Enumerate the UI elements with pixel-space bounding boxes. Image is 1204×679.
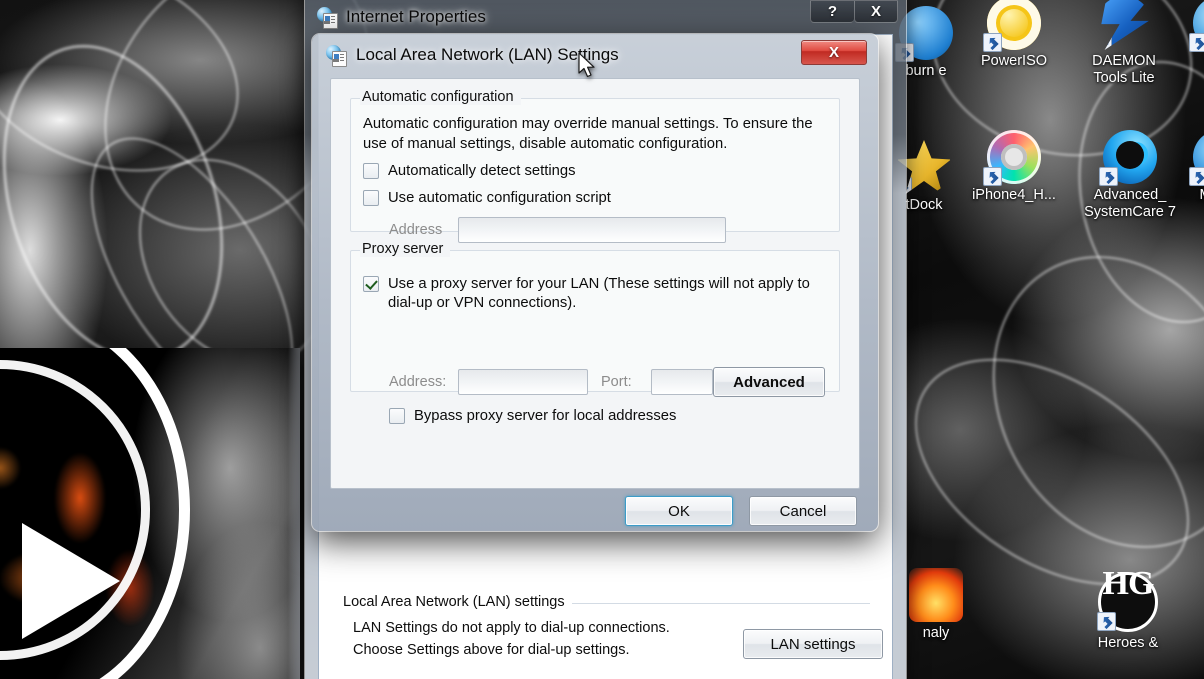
player-edge-highlight: [288, 348, 300, 679]
desktop-icon-advanced-systemcare[interactable]: Advanced_ SystemCare 7: [1078, 130, 1182, 221]
cut-app-icon: [1189, 0, 1204, 52]
burn-app-icon: [895, 6, 953, 62]
desktop-icon-label: Ma An: [1172, 187, 1204, 204]
proxy-port-label: Port:: [601, 374, 632, 390]
auto-config-address-label: Address: [389, 222, 443, 238]
shortcut-arrow-icon: [1099, 167, 1118, 186]
iphone4-helper-icon: [983, 130, 1041, 186]
lan-settings-group: Local Area Network (LAN) settings LAN Se…: [343, 594, 883, 679]
lan-settings-dialog[interactable]: Local Area Network (LAN) Settings X Auto…: [312, 34, 878, 531]
shortcut-arrow-icon: [1097, 612, 1116, 631]
desktop-icon-heroes-and[interactable]: HG Heroes &: [1080, 567, 1176, 652]
use-automatic-configuration-script-checkbox[interactable]: [363, 190, 379, 206]
dialog-title: Local Area Network (LAN) Settings: [356, 45, 619, 64]
desktop-screen: burn e PowerISO DAEMON Tools Lite C 64 t…: [0, 0, 1204, 679]
lan-settings-description-line2: Choose Settings above for dial-up settin…: [353, 642, 630, 658]
use-proxy-server-checkbox-row[interactable]: Use a proxy server for your LAN (These s…: [363, 275, 825, 313]
heroes-generals-icon: HG: [1097, 567, 1158, 632]
desktop-icon-label: PowerISO: [980, 53, 1048, 69]
flame-app-icon: [909, 568, 963, 622]
bypass-proxy-checkbox-row[interactable]: Bypass proxy server for local addresses: [389, 407, 676, 426]
page-icon: [323, 13, 338, 29]
malwarebytes-icon: [1189, 130, 1204, 186]
lan-settings-description: LAN Settings do not apply to dial-up con…: [353, 617, 670, 661]
bypass-proxy-label: Bypass proxy server for local addresses: [414, 408, 677, 424]
advanced-button[interactable]: Advanced: [713, 367, 825, 397]
shortcut-arrow-icon: [1189, 167, 1204, 186]
use-proxy-server-label-line1: Use a proxy server for your LAN (These s…: [388, 276, 810, 292]
play-button-icon[interactable]: [22, 523, 120, 639]
desktop-icon-label: DAEMON Tools Lite: [1092, 53, 1156, 86]
close-button[interactable]: X: [854, 0, 898, 23]
poweriso-icon: [983, 0, 1041, 52]
lan-settings-description-line1: LAN Settings do not apply to dial-up con…: [353, 620, 670, 636]
automatic-configuration-group: Automatic configuration Automatic config…: [350, 89, 840, 243]
cancel-button[interactable]: Cancel: [749, 496, 857, 526]
close-button[interactable]: X: [801, 40, 867, 65]
automatic-configuration-description: Automatic configuration may override man…: [363, 114, 827, 154]
desktop-icon-poweriso[interactable]: PowerISO: [966, 0, 1062, 70]
lan-settings-titlebar[interactable]: Local Area Network (LAN) Settings: [312, 34, 878, 76]
lan-settings-client-area: Automatic configuration Automatic config…: [330, 78, 860, 489]
internet-properties-caption-buttons: ? X: [810, 0, 898, 24]
bypass-proxy-checkbox[interactable]: [389, 408, 405, 424]
ok-button[interactable]: OK: [625, 496, 733, 526]
auto-config-desc-line1: Automatic configuration may override man…: [363, 116, 813, 132]
auto-detect-settings-label: Automatically detect settings: [388, 163, 576, 179]
use-automatic-configuration-script-checkbox-row[interactable]: Use automatic configuration script: [363, 189, 611, 208]
use-proxy-server-checkbox[interactable]: [363, 276, 379, 292]
desktop-icon-label: Advanced_ SystemCare 7: [1084, 187, 1176, 220]
desktop-icon-label: iPhone4_H...: [972, 187, 1056, 203]
auto-detect-settings-checkbox[interactable]: [363, 163, 379, 179]
desktop-icon-daemon-tools-lite[interactable]: DAEMON Tools Lite: [1076, 0, 1172, 87]
use-proxy-server-label: Use a proxy server for your LAN (These s…: [388, 275, 810, 313]
desktop-icon-malwarebytes[interactable]: Ma An: [1172, 130, 1204, 204]
internet-properties-icon: [326, 45, 347, 67]
automatic-configuration-legend: Automatic configuration: [360, 89, 521, 105]
internet-properties-icon: [317, 7, 338, 29]
proxy-server-group: Proxy server Use a proxy server for your…: [350, 241, 840, 424]
help-button[interactable]: ?: [810, 0, 854, 23]
desktop-icon-cut[interactable]: C 64: [1172, 0, 1204, 70]
shortcut-arrow-icon: [983, 33, 1002, 52]
auto-config-desc-line2: use of manual settings, disable automati…: [363, 136, 728, 152]
proxy-address-label: Address:: [389, 374, 447, 390]
use-automatic-configuration-script-label: Use automatic configuration script: [388, 190, 611, 206]
media-player-panel[interactable]: [0, 348, 300, 679]
desktop-icon-iphone4-h[interactable]: iPhone4_H...: [966, 130, 1062, 204]
auto-config-address-input[interactable]: [458, 217, 726, 243]
proxy-server-legend: Proxy server: [360, 241, 451, 257]
daemon-tools-icon: [1101, 0, 1151, 50]
shortcut-arrow-icon: [983, 167, 1002, 186]
advanced-systemcare-icon: [1099, 130, 1157, 186]
proxy-address-input[interactable]: [458, 369, 588, 395]
heroes-generals-badge: HG: [1102, 565, 1155, 602]
auto-detect-settings-checkbox-row[interactable]: Automatically detect settings: [363, 162, 576, 181]
window-title: Internet Properties: [346, 7, 486, 26]
desktop-icon-label: C 64: [1172, 53, 1204, 70]
page-icon: [332, 51, 347, 67]
group-label: Local Area Network (LAN) settings: [343, 594, 572, 610]
use-proxy-server-label-line2: dial-up or VPN connections).: [388, 295, 577, 311]
shortcut-arrow-icon: [1101, 33, 1112, 50]
shortcut-arrow-icon: [1189, 33, 1204, 52]
proxy-port-input[interactable]: [651, 369, 713, 395]
lan-settings-button[interactable]: LAN settings: [743, 629, 883, 659]
desktop-icon-label: Heroes &: [1097, 635, 1159, 651]
